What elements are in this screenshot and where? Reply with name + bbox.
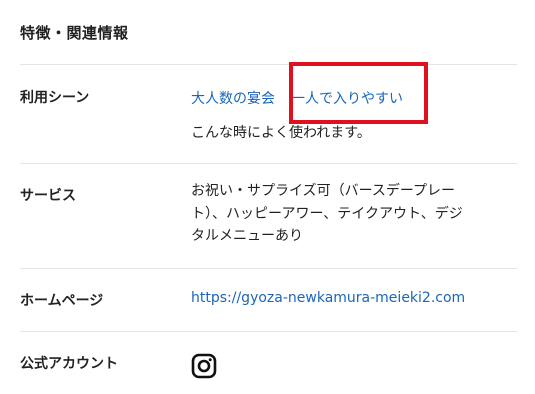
section-title: 特徴・関連情報	[20, 24, 129, 42]
divider	[20, 268, 517, 269]
service-line: お祝い・サプライズ可（バースデープレー	[191, 183, 456, 199]
service-value: お祝い・サプライズ可（バースデープレー ト）、ハッピーアワー、テイクアウト、デジ…	[191, 180, 501, 248]
divider	[20, 163, 517, 164]
scene-label: 利用シーン	[20, 90, 90, 106]
official-account-label: 公式アカウント	[20, 356, 118, 372]
highlight-box	[289, 62, 428, 124]
instagram-icon[interactable]	[191, 353, 217, 379]
service-line: ト）、ハッピーアワー、テイクアウト、デジ	[191, 205, 463, 222]
divider	[20, 331, 517, 332]
homepage-link[interactable]: https://gyoza-newkamura-meieki2.com	[191, 290, 465, 306]
homepage-label: ホームページ	[20, 293, 104, 309]
scene-note: こんな時によく使われます。	[191, 125, 371, 141]
divider	[20, 64, 517, 65]
scene-link-large-party[interactable]: 大人数の宴会	[191, 91, 275, 107]
service-line: タルメニューあり	[191, 228, 303, 244]
service-label: サービス	[20, 188, 76, 204]
